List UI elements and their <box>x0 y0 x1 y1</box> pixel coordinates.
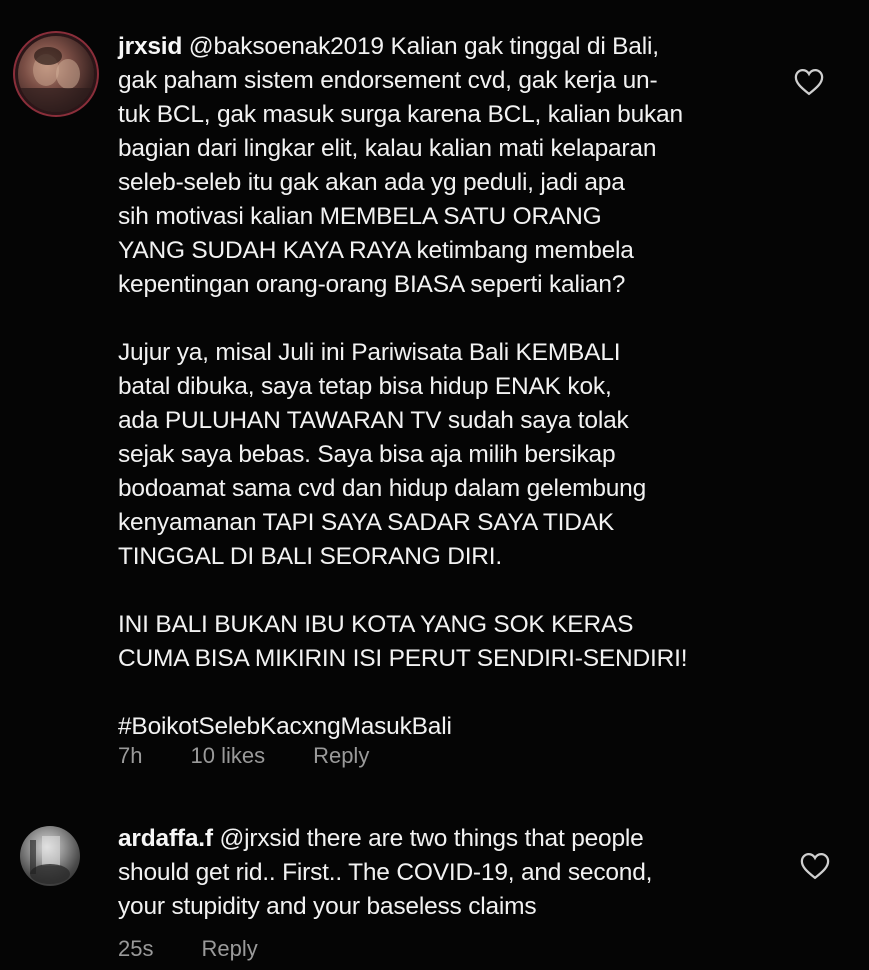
comment-hashtag[interactable]: #BoikotSelebKacxngMasukBali <box>118 710 758 744</box>
comment-paragraph-1: ardaffa.f @jrxsid there are two things t… <box>118 822 758 924</box>
comment-meta: 25s Reply <box>118 936 258 962</box>
comment-time: 7h <box>118 743 143 768</box>
avatar-image <box>18 47 94 112</box>
comment-paragraph-1: jrxsid @baksoenak2019 Kalian gak tinggal… <box>118 30 758 302</box>
comment-time: 25s <box>118 936 154 961</box>
comment-paragraph-text: @baksoenak2019 Kalian gak tinggal di Bal… <box>118 33 683 298</box>
likes-count-button[interactable]: 10 likes <box>190 743 265 769</box>
comment-text: jrxsid @baksoenak2019 Kalian gak tinggal… <box>118 30 758 744</box>
avatar-ardaffa[interactable] <box>20 826 80 886</box>
comment-meta: 7h 10 likes Reply <box>118 743 369 769</box>
reply-button[interactable]: Reply <box>201 936 257 962</box>
username-link[interactable]: jrxsid <box>118 33 182 60</box>
username-link[interactable]: ardaffa.f <box>118 825 213 852</box>
avatar-image <box>30 836 70 884</box>
comment-paragraph-2: Jujur ya, misal Juli ini Pariwisata Bali… <box>118 339 647 570</box>
comment-text: ardaffa.f @jrxsid there are two things t… <box>118 822 758 924</box>
avatar-jrxsid[interactable] <box>18 36 94 112</box>
like-heart-icon[interactable] <box>800 852 830 880</box>
comment-paragraph-3: INI BALI BUKAN IBU KOTA YANG SOK KERAS C… <box>118 611 688 672</box>
like-heart-icon[interactable] <box>794 68 824 96</box>
reply-button[interactable]: Reply <box>313 743 369 769</box>
